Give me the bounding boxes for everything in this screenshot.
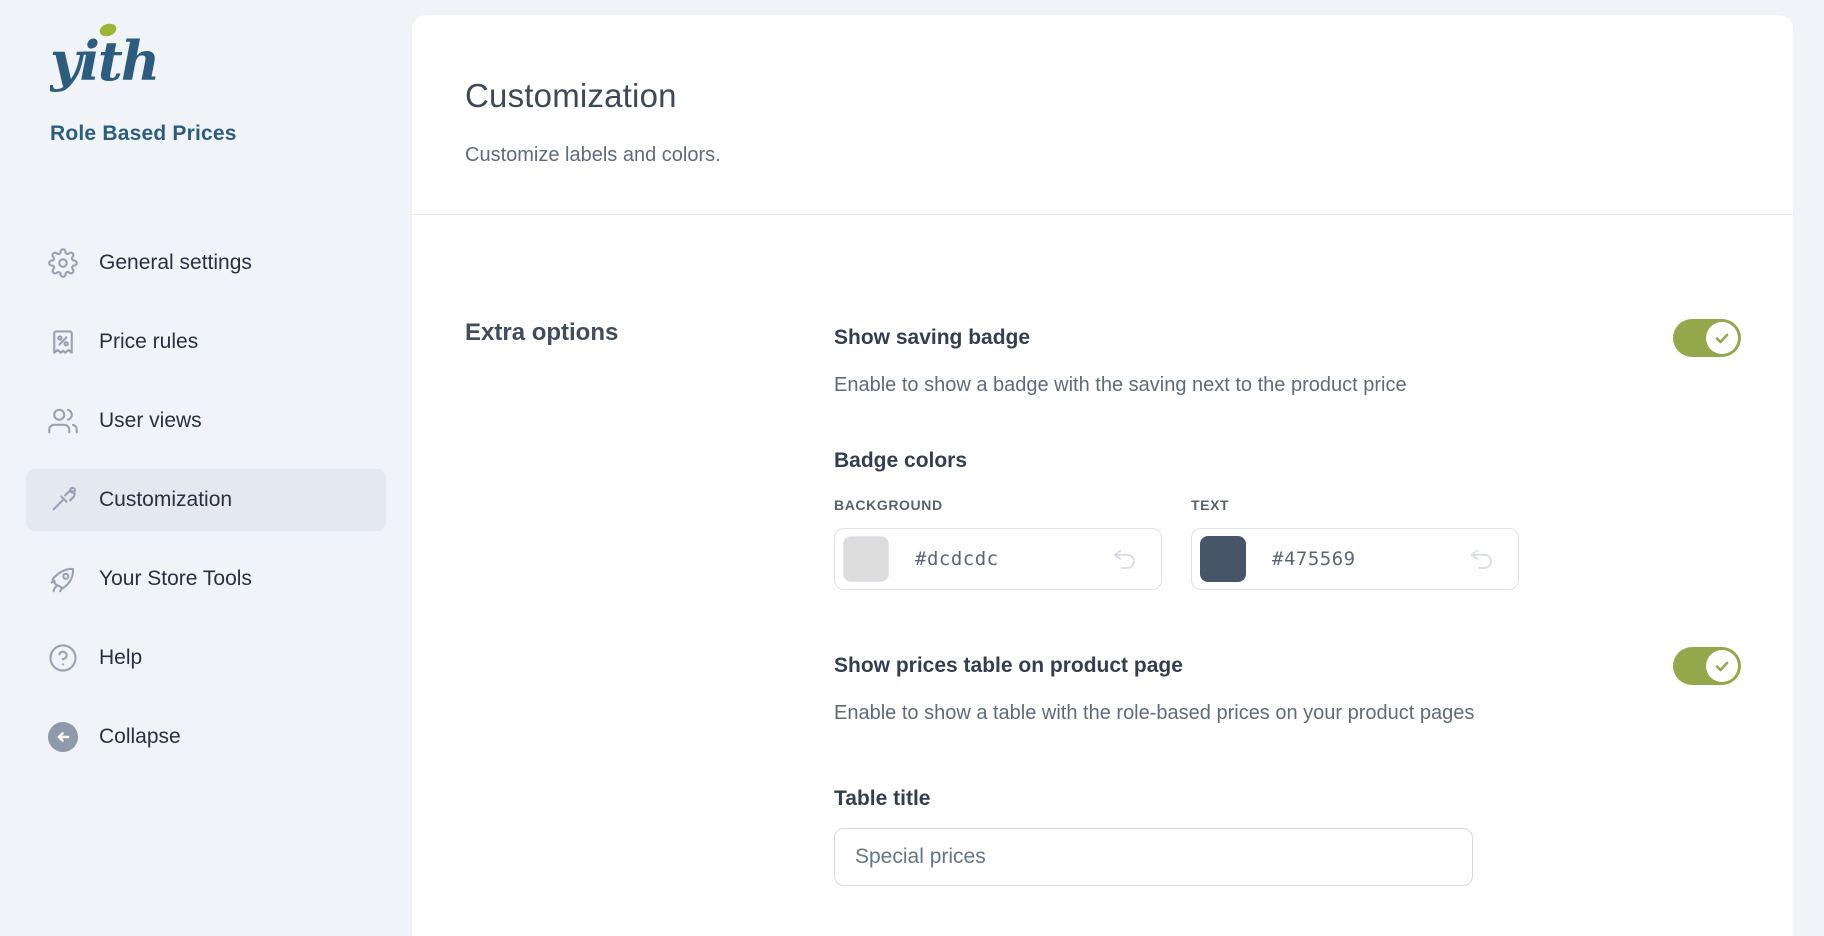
background-color-swatch[interactable] [843, 536, 889, 582]
question-circle-icon [48, 643, 78, 673]
sidebar-item-customization[interactable]: Customization [26, 469, 386, 531]
sidebar-item-label: User views [99, 409, 202, 433]
arrow-left-circle-icon [48, 722, 78, 752]
sidebar-item-label: Your Store Tools [99, 567, 252, 591]
sidebar-item-help[interactable]: Help [26, 627, 386, 689]
sidebar-item-label: Price rules [99, 330, 198, 354]
receipt-percent-icon [48, 327, 78, 357]
undo-icon[interactable] [1109, 543, 1141, 575]
background-color-label: BACKGROUND [834, 497, 1162, 513]
fields-column: Show saving badge Enable to show a badge… [834, 319, 1741, 886]
eyedropper-icon [48, 485, 78, 515]
sidebar: yith Role Based Prices General settings … [0, 0, 412, 936]
sidebar-item-collapse[interactable]: Collapse [26, 706, 386, 768]
check-icon [1714, 330, 1730, 346]
page-title: Customization [465, 77, 1740, 115]
plugin-name: Role Based Prices [50, 122, 412, 146]
panel-header: Customization Customize labels and color… [412, 15, 1793, 215]
yith-logo: yith [50, 18, 180, 98]
toggle-knob [1706, 322, 1738, 354]
sidebar-item-label: Help [99, 646, 142, 670]
badge-colors-label: Badge colors [834, 449, 1741, 473]
sidebar-item-label: General settings [99, 251, 252, 275]
show-prices-table-toggle[interactable] [1673, 647, 1741, 685]
gear-icon [48, 248, 78, 278]
background-color-value: #dcdcdc [915, 548, 999, 570]
settings-panel: Customization Customize labels and color… [412, 15, 1793, 936]
show-saving-badge-description: Enable to show a badge with the saving n… [834, 374, 1741, 397]
users-icon [48, 406, 78, 436]
section-title: Extra options [465, 319, 834, 347]
text-color-value: #475569 [1272, 548, 1356, 570]
text-color-picker[interactable]: #475569 [1191, 528, 1519, 590]
table-title-label: Table title [834, 787, 1741, 811]
background-color-picker[interactable]: #dcdcdc [834, 528, 1162, 590]
main-area: Customization Customize labels and color… [412, 0, 1824, 936]
show-prices-table-row: Show prices table on product page [834, 647, 1741, 685]
show-saving-badge-toggle[interactable] [1673, 319, 1741, 357]
app: yith Role Based Prices General settings … [0, 0, 1824, 936]
panel-body: Extra options Show saving badge Enable t… [412, 215, 1793, 886]
sidebar-item-user-views[interactable]: User views [26, 390, 386, 452]
section-title-column: Extra options [465, 319, 834, 886]
logo-text: yith [50, 29, 158, 93]
sidebar-nav: General settings Price rules User views … [0, 232, 412, 768]
sidebar-item-general-settings[interactable]: General settings [26, 232, 386, 294]
undo-icon[interactable] [1466, 543, 1498, 575]
show-saving-badge-row: Show saving badge [834, 319, 1741, 357]
show-saving-badge-label: Show saving badge [834, 326, 1030, 350]
page-subtitle: Customize labels and colors. [465, 144, 1740, 167]
sidebar-item-label: Collapse [99, 725, 181, 749]
text-color-label: TEXT [1191, 497, 1519, 513]
show-prices-table-description: Enable to show a table with the role-bas… [834, 702, 1741, 725]
toggle-knob [1706, 650, 1738, 682]
text-color-field: TEXT #475569 [1191, 497, 1519, 590]
badge-colors-grid: BACKGROUND #dcdcdc TEXT [834, 497, 1741, 590]
show-prices-table-label: Show prices table on product page [834, 654, 1183, 678]
table-title-input[interactable] [834, 828, 1473, 886]
brand: yith Role Based Prices [0, 18, 412, 146]
rocket-icon [48, 564, 78, 594]
text-color-swatch[interactable] [1200, 536, 1246, 582]
check-icon [1714, 658, 1730, 674]
sidebar-item-your-store-tools[interactable]: Your Store Tools [26, 548, 386, 610]
background-color-field: BACKGROUND #dcdcdc [834, 497, 1162, 590]
sidebar-item-label: Customization [99, 488, 232, 512]
sidebar-item-price-rules[interactable]: Price rules [26, 311, 386, 373]
